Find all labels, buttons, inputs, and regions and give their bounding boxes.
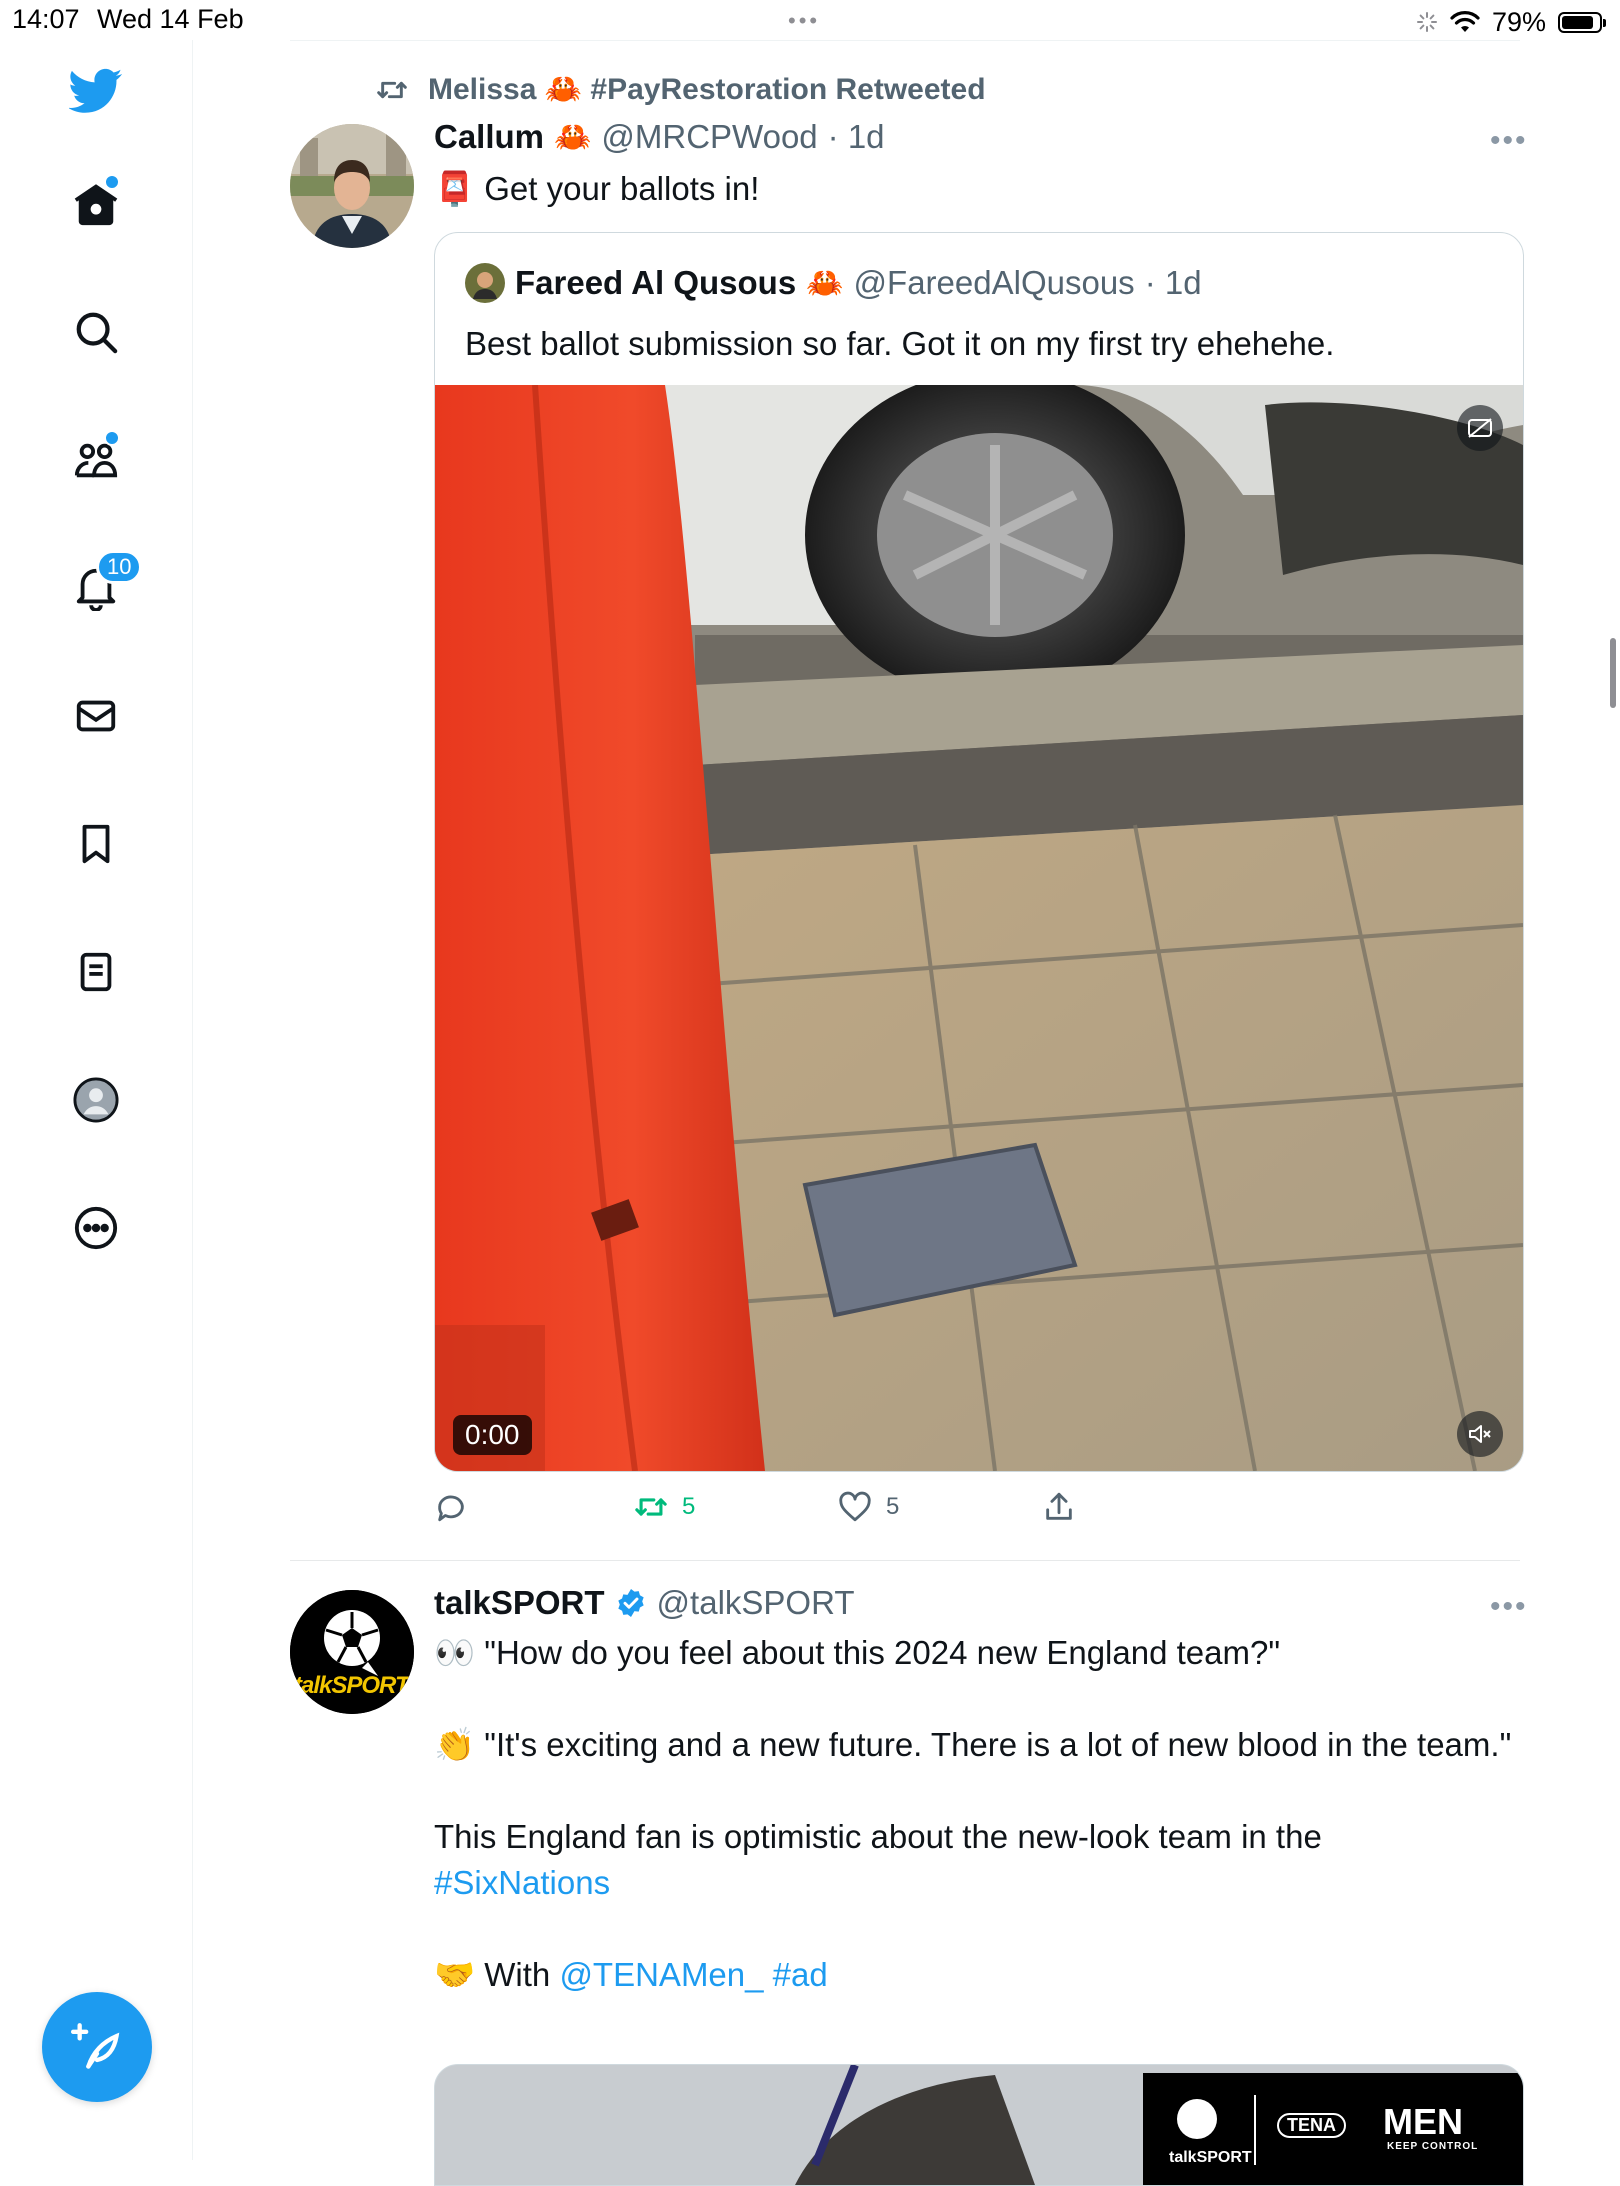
notifications-badge: 10 (96, 550, 143, 584)
tweet1-time[interactable]: · 1d (828, 118, 885, 156)
retweet-context[interactable]: Melissa 🦀 #PayRestoration Retweeted (374, 72, 986, 107)
more-icon[interactable] (66, 1198, 126, 1258)
media-logo-tena: TENA (1277, 2113, 1346, 2138)
fareed-avatar[interactable] (465, 263, 505, 303)
notifications-icon[interactable]: 10 (66, 550, 143, 618)
tweet1-text: 📮 Get your ballots in! (434, 170, 760, 207)
tweet-separator (290, 1560, 1520, 1561)
retweeted-by-text: Melissa 🦀 #PayRestoration Retweeted (428, 73, 986, 106)
reply-icon (438, 1495, 464, 1522)
home-icon[interactable] (66, 174, 126, 234)
communities-unread-dot (104, 430, 120, 446)
tweet2-handle[interactable]: @talkSPORT (657, 1584, 855, 1622)
callum-avatar[interactable] (290, 124, 414, 248)
lists-icon[interactable] (66, 942, 126, 1002)
wifi-icon (1450, 11, 1480, 32)
timeline-top-border (290, 40, 1520, 41)
hashtag-sixnations[interactable]: #SixNations (434, 1864, 610, 1901)
quote-tweet-card[interactable]: Fareed Al Qusous 🦀 @FareedAlQusous · 1d … (434, 232, 1524, 1472)
home-unread-dot (104, 174, 120, 190)
tweet1-header: Callum 🦀 @MRCPWood · 1d (434, 118, 885, 156)
twitter-logo-icon[interactable] (66, 60, 126, 120)
tweet2-media[interactable]: talkSPORT TENA MEN KEEP CONTROL (434, 2064, 1524, 2186)
talksport-avatar-text: talkSPORT (294, 1672, 410, 1699)
video-timestamp: 0:00 (453, 1415, 532, 1455)
tweet2-line1: 👀 "How do you feel about this 2024 new E… (434, 1634, 1281, 1671)
messages-icon[interactable] (66, 686, 126, 746)
search-icon[interactable] (66, 302, 126, 362)
multitasking-dots[interactable]: ••• (788, 8, 820, 34)
quote-header: Fareed Al Qusous 🦀 @FareedAlQusous · 1d (465, 263, 1202, 303)
activity-spinner-icon (1416, 12, 1437, 32)
like-icon (839, 1491, 871, 1522)
quote-video[interactable]: 0:00 (435, 385, 1523, 1471)
scroll-indicator[interactable] (1610, 638, 1616, 708)
tweet1-author-name[interactable]: Callum (434, 118, 544, 156)
quote-author-name[interactable]: Fareed Al Qusous (515, 264, 796, 302)
communities-icon[interactable] (66, 430, 126, 490)
mute-icon[interactable] (1457, 1411, 1503, 1457)
tweet2-text: 👀 "How do you feel about this 2024 new E… (434, 1630, 1514, 1998)
battery-icon (1558, 11, 1606, 33)
tweet2-more-menu[interactable]: ••• (1490, 1590, 1528, 1624)
tweet2-author-name[interactable]: talkSPORT (434, 1584, 605, 1622)
tweet2-header: talkSPORT @talkSPORT (434, 1584, 854, 1622)
like-count: 5 (886, 1493, 900, 1520)
tweet2-line2: 👏 "It's exciting and a new future. There… (434, 1726, 1512, 1763)
retweet-button[interactable]: 5 (634, 1490, 695, 1524)
tweet1-handle[interactable]: @MRCPWood (601, 118, 817, 156)
reply-button[interactable] (434, 1490, 468, 1524)
tweet2-media-image (435, 2065, 1523, 2185)
quote-author-emoji: 🦀 (806, 266, 844, 300)
mention-tenamen[interactable]: @TENAMen_ (559, 1956, 763, 1993)
bookmarks-icon[interactable] (66, 814, 126, 874)
tweet2-with-prefix: 🤝 With (434, 1956, 551, 1993)
compose-feather-icon (71, 2023, 120, 2069)
captions-off-icon[interactable] (1457, 405, 1503, 451)
profile-icon[interactable] (66, 1070, 126, 1130)
quote-text: Best ballot submission so far. Got it on… (465, 325, 1335, 362)
battery-percent: 79% (1491, 6, 1546, 37)
status-date: Wed 14 Feb (97, 4, 244, 34)
quote-handle[interactable]: @FareedAlQusous (854, 264, 1135, 302)
tweet1-author-emoji: 🦀 (554, 120, 592, 154)
media-logo-talksport: talkSPORT (1169, 2149, 1252, 2166)
share-icon (1046, 1492, 1072, 1520)
retweet-icon (635, 1498, 667, 1516)
video-frame (435, 385, 1523, 1471)
retweet-count: 5 (682, 1493, 696, 1520)
hashtag-ad[interactable]: #ad (773, 1956, 828, 1993)
media-logo-tagline: KEEP CONTROL (1387, 2141, 1479, 2152)
quote-time[interactable]: · 1d (1145, 264, 1202, 302)
talksport-avatar[interactable]: talkSPORT (290, 1590, 414, 1714)
like-button[interactable]: 5 (838, 1490, 899, 1524)
compose-tweet-button[interactable] (42, 1992, 152, 2102)
tweet1-more-menu[interactable]: ••• (1490, 124, 1528, 158)
retweet-context-icon (377, 81, 407, 98)
share-button[interactable] (1042, 1490, 1076, 1524)
status-indicators: 79% (1416, 4, 1606, 40)
verified-badge-icon (617, 1589, 644, 1617)
status-time: 14:07 (12, 4, 80, 34)
media-logo-men: MEN (1383, 2101, 1463, 2142)
tweet2-line3: This England fan is optimistic about the… (434, 1818, 1322, 1855)
